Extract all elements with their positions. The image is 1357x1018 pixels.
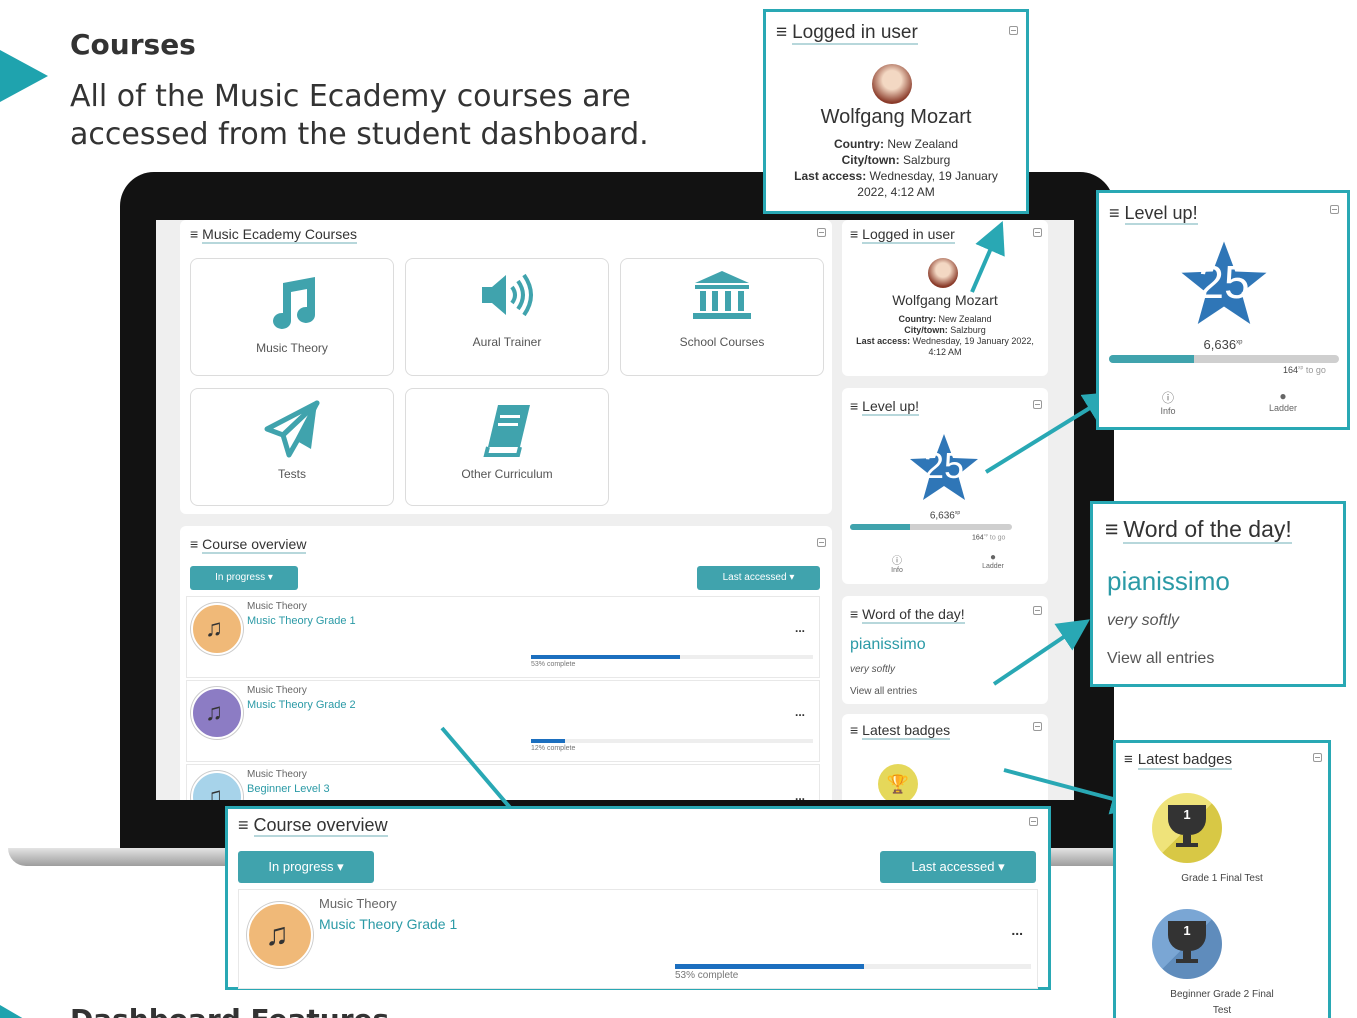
more-actions-button[interactable]: ... bbox=[1011, 922, 1023, 938]
badge-number: 1 bbox=[1183, 923, 1191, 938]
callout-logged-in-user: ≡ Logged in user Wolfgang Mozart Country:… bbox=[763, 9, 1029, 214]
collapse-icon[interactable] bbox=[1330, 205, 1339, 214]
xp-progress-fill bbox=[1109, 355, 1195, 363]
badge-label: Beginner Grade 2 Final Test bbox=[1170, 989, 1274, 1016]
callout-title: ≡ Course overview bbox=[238, 815, 388, 837]
callout-title: ≡ Latest badges bbox=[1124, 751, 1233, 770]
view-all-entries-link[interactable]: View all entries bbox=[1107, 650, 1214, 668]
progress-bar bbox=[675, 964, 1031, 969]
user-name[interactable]: Wolfgang Mozart bbox=[766, 106, 1026, 129]
menu-icon: ≡ bbox=[1109, 203, 1120, 223]
callout-level-up: ≡ Level up! 25 6,636xp 164xp to go ⓘ Info … bbox=[1096, 190, 1350, 430]
word-definition: very softly bbox=[1107, 612, 1180, 629]
menu-icon: ≡ bbox=[1105, 516, 1119, 542]
trophy-base bbox=[1176, 959, 1198, 963]
filter-dropdown[interactable]: In progress ▾ bbox=[238, 851, 374, 883]
badge-grade1[interactable]: 1 bbox=[1152, 793, 1222, 863]
badge-label: Grade 1 Final Test bbox=[1181, 873, 1263, 884]
user-details: Country: New Zealand City/town: Salzburg… bbox=[794, 137, 998, 199]
music-notes-icon: ♫ bbox=[265, 916, 289, 952]
xp-progress-bar bbox=[1109, 355, 1339, 363]
callout-course-overview: ≡ Course overview In progress ▾ Last acce… bbox=[225, 806, 1051, 990]
user-avatar[interactable] bbox=[872, 64, 912, 104]
collapse-icon[interactable] bbox=[1313, 753, 1322, 762]
progress-label: 53% complete bbox=[675, 970, 739, 981]
level-number: 25 bbox=[1198, 256, 1250, 308]
callout-title: ≡ Word of the day! bbox=[1105, 516, 1292, 544]
menu-icon: ≡ bbox=[238, 815, 249, 835]
callout-title: ≡ Logged in user bbox=[776, 22, 918, 45]
word[interactable]: pianissimo bbox=[1107, 566, 1230, 597]
menu-icon: ≡ bbox=[1124, 751, 1133, 768]
course-name[interactable]: Music Theory Grade 1 bbox=[319, 916, 457, 932]
info-icon: ⓘ bbox=[1161, 391, 1174, 405]
course-row[interactable]: ♫ Music Theory Music Theory Grade 1 ... … bbox=[238, 889, 1038, 989]
sort-dropdown[interactable]: Last accessed ▾ bbox=[880, 851, 1036, 883]
info-button[interactable]: ⓘ Info bbox=[1153, 389, 1183, 416]
xp-total: 6,636xp bbox=[1203, 337, 1243, 352]
callout-word-of-day: ≡ Word of the day! pianissimo very softly… bbox=[1090, 501, 1346, 687]
badge-grade2[interactable]: 1 bbox=[1152, 909, 1222, 979]
trophy-icon: ● bbox=[1279, 389, 1287, 403]
menu-icon: ≡ bbox=[776, 22, 788, 43]
trophy-stem bbox=[1183, 951, 1191, 959]
trophy-base bbox=[1176, 843, 1198, 847]
badge-number: 1 bbox=[1183, 807, 1191, 822]
trophy-stem bbox=[1183, 835, 1191, 843]
slide-marker-icon bbox=[0, 1005, 24, 1018]
xp-to-go: 164xp to go bbox=[1283, 365, 1326, 375]
course-category: Music Theory bbox=[319, 896, 397, 911]
course-avatar: ♫ bbox=[247, 902, 313, 968]
callout-title: ≡ Level up! bbox=[1109, 203, 1198, 225]
progress-fill bbox=[675, 964, 864, 969]
ladder-button[interactable]: ● Ladder bbox=[1263, 389, 1303, 413]
next-section-title: Dashboard Features bbox=[70, 1003, 389, 1018]
callout-latest-badges: ≡ Latest badges 1 Grade 1 Final Test 1 Be… bbox=[1113, 740, 1331, 1018]
collapse-icon[interactable] bbox=[1009, 26, 1018, 35]
collapse-icon[interactable] bbox=[1029, 817, 1038, 826]
